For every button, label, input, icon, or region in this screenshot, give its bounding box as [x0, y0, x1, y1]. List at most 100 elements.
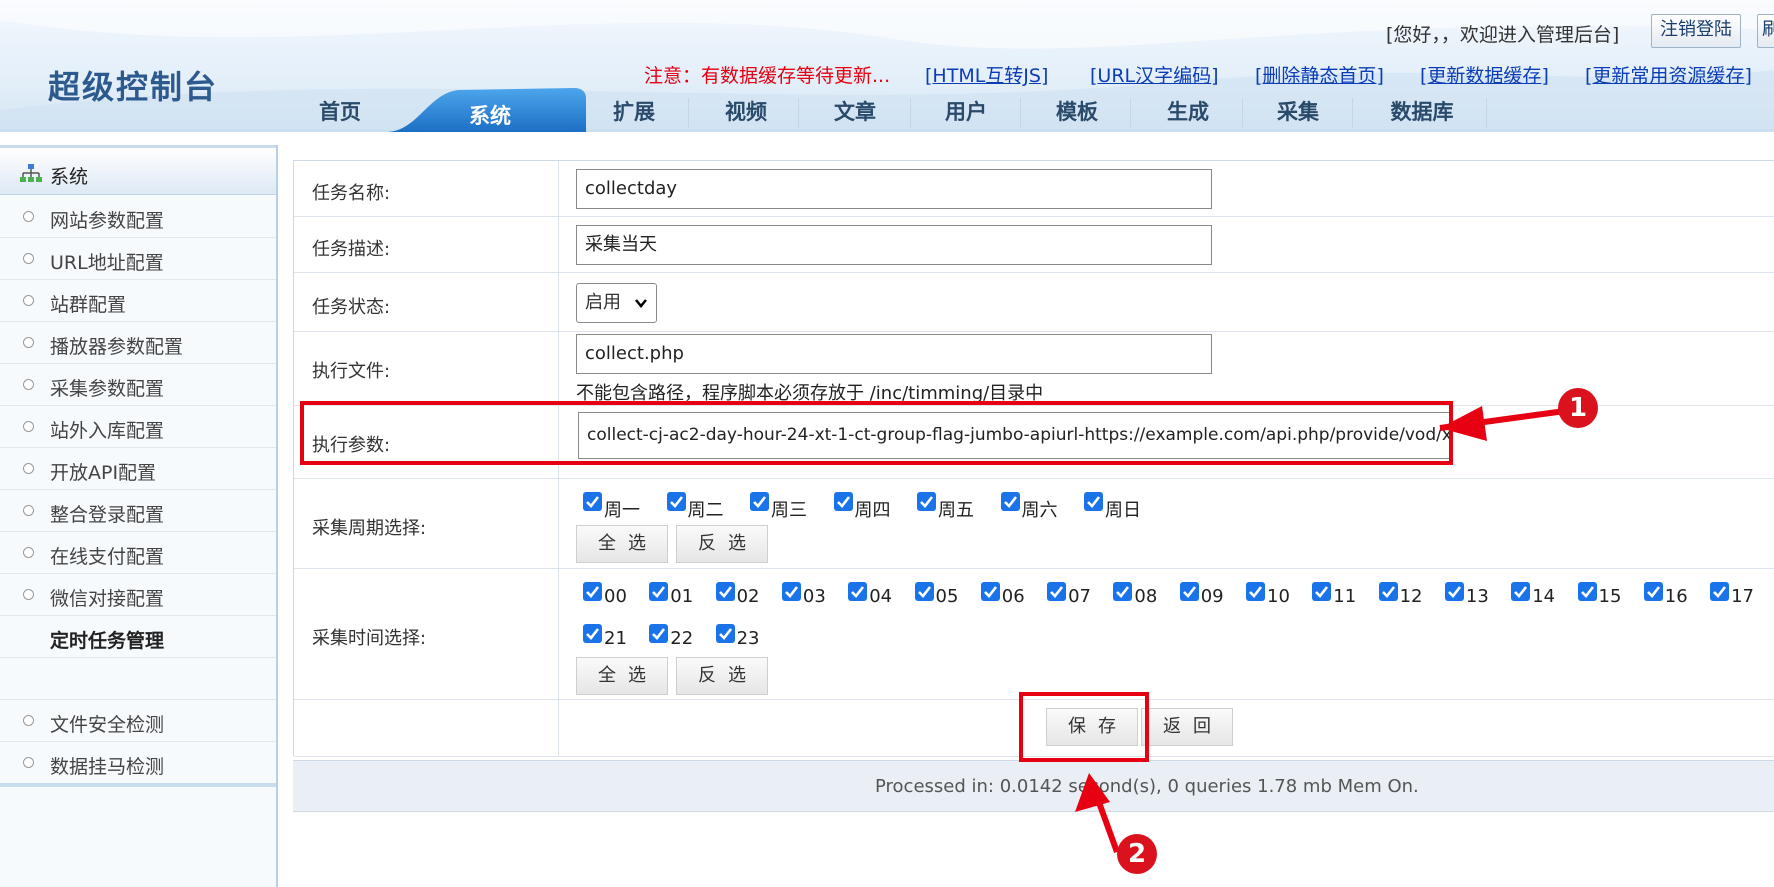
weekday-5-checkbox[interactable] [917, 492, 936, 511]
sidebar-item-site-group[interactable]: 站群配置 [0, 280, 276, 322]
exec-file-label: 执行文件: [312, 361, 391, 382]
checkmark-icon [1315, 586, 1329, 598]
sidebar-item-wechat[interactable]: 微信对接配置 [0, 574, 276, 616]
footer-bar: Processed in: 0.0142 second(s), 0 querie… [293, 760, 1774, 812]
hour-16-label: 16 [1664, 586, 1688, 607]
checkmark-icon [1116, 586, 1130, 598]
hour-10-checkbox[interactable] [1246, 582, 1265, 601]
sidebar-item-player-params[interactable]: 播放器参数配置 [0, 322, 276, 364]
weekday-4-label: 周四 [854, 500, 891, 521]
hour-11-checkbox[interactable] [1312, 582, 1332, 601]
nav-database[interactable]: 数据库 [1372, 96, 1472, 128]
back-button[interactable]: 返回 [1141, 708, 1233, 746]
link-update-resource-cache[interactable]: [更新常用资源缓存] [1585, 61, 1752, 88]
nav-home[interactable]: 首页 [300, 96, 380, 128]
logout-button[interactable]: 注销登陆 [1651, 14, 1741, 48]
hour-03-checkbox[interactable] [781, 582, 801, 601]
hour-00-label: 00 [604, 586, 627, 607]
sidebar-item-file-security[interactable]: 文件安全检测 [0, 700, 276, 742]
bullet-icon [23, 211, 34, 222]
exec-file-input[interactable]: collect.php [576, 334, 1212, 374]
hour-05-checkbox[interactable] [914, 582, 934, 601]
weekday-6-checkbox[interactable] [1000, 492, 1020, 511]
weekday-1-checkbox[interactable] [583, 492, 602, 511]
annotation-badge-1: 1 [1558, 388, 1598, 428]
hour-15-label: 15 [1598, 586, 1622, 607]
hour-07-checkbox[interactable] [1047, 582, 1067, 601]
sidebar-item-label: 在线支付配置 [50, 546, 165, 568]
weekday-4-checkbox[interactable] [833, 492, 853, 511]
link-html-js[interactable]: [HTML互转JS] [925, 61, 1048, 88]
sidebar-item-scheduled-tasks[interactable]: 定时任务管理 [0, 616, 276, 658]
checkmark-icon [1514, 586, 1528, 598]
hour-14-checkbox[interactable] [1511, 582, 1531, 601]
link-update-data-cache[interactable]: [更新数据缓存] [1420, 61, 1549, 88]
hour-21-checkbox[interactable] [583, 624, 602, 643]
hour-22-checkbox[interactable] [649, 624, 669, 643]
hour-00-checkbox[interactable] [583, 582, 602, 601]
sidebar: 系统 网站参数配置 URL地址配置 站群配置 播放器参数配置 采集参数配置 站外… [0, 145, 278, 887]
sidebar-item-malware-scan[interactable]: 数据挂马检测 [0, 742, 276, 784]
task-status-select[interactable]: 启用 [576, 283, 657, 323]
hour-01-checkbox[interactable] [649, 582, 669, 601]
sidebar-item-url-config[interactable]: URL地址配置 [0, 238, 276, 280]
nav-template[interactable]: 模板 [1037, 96, 1117, 128]
footer-stats: Processed in: 0.0142 second(s), 0 querie… [875, 776, 1419, 797]
checkmark-icon [753, 496, 767, 508]
hour-17-checkbox[interactable] [1710, 582, 1730, 601]
link-delete-static-index-label: 删除静态首页 [1262, 65, 1377, 87]
hour-select-label: 采集时间选择: [312, 628, 427, 649]
nav-collect[interactable]: 采集 [1258, 96, 1338, 128]
hour-08-checkbox[interactable] [1113, 582, 1133, 601]
hour-12-checkbox[interactable] [1378, 582, 1398, 601]
hour-04-checkbox[interactable] [848, 582, 868, 601]
weekday-2-checkbox[interactable] [666, 492, 686, 511]
weekday-7-checkbox[interactable] [1084, 492, 1103, 511]
sidebar-item-external-import[interactable]: 站外入库配置 [0, 406, 276, 448]
week-invert-button[interactable]: 反选 [676, 525, 768, 563]
nav-video[interactable]: 视频 [706, 96, 786, 128]
nav-separator [910, 98, 911, 128]
task-status-label: 任务状态: [312, 297, 391, 318]
refresh-button[interactable]: 刷 [1757, 14, 1774, 48]
hour-invert-button[interactable]: 反选 [676, 657, 768, 695]
sidebar-item-open-api[interactable]: 开放API配置 [0, 448, 276, 490]
hour-06-checkbox[interactable] [980, 582, 1000, 601]
sidebar-spacer [0, 658, 276, 700]
hour-16-checkbox[interactable] [1643, 582, 1663, 601]
weekday-3-checkbox[interactable] [750, 492, 769, 511]
hour-select-all-button[interactable]: 全选 [576, 657, 668, 695]
sidebar-item-label: 开放API配置 [50, 462, 157, 484]
weekday-3-label: 周三 [771, 500, 807, 521]
hour-09-checkbox[interactable] [1179, 582, 1199, 601]
sidebar-item-collect-params[interactable]: 采集参数配置 [0, 364, 276, 406]
task-desc-input[interactable]: 采集当天 [576, 225, 1212, 265]
nav-article[interactable]: 文章 [815, 96, 895, 128]
checkmark-icon [1182, 586, 1196, 598]
hour-15-checkbox[interactable] [1577, 582, 1597, 601]
sidebar-item-label: 网站参数配置 [50, 210, 165, 232]
sidebar-item-online-payment[interactable]: 在线支付配置 [0, 532, 276, 574]
sidebar-item-label: 站群配置 [50, 294, 127, 316]
checkmark-icon [1646, 586, 1660, 598]
sidebar-header: 系统 [0, 145, 276, 195]
hour-05-label: 05 [935, 586, 959, 607]
hour-13-checkbox[interactable] [1444, 582, 1464, 601]
nav-system[interactable]: 系统 [440, 100, 540, 130]
nav-generate[interactable]: 生成 [1148, 96, 1228, 128]
nav-extend[interactable]: 扩展 [594, 96, 674, 128]
checkmark-icon [836, 496, 850, 508]
row-week-cycle [294, 479, 1774, 569]
sidebar-item-site-params[interactable]: 网站参数配置 [0, 196, 276, 238]
row-task-status [294, 273, 1774, 332]
link-url-encode[interactable]: [URL汉字编码] [1090, 61, 1219, 88]
nav-user[interactable]: 用户 [926, 96, 1006, 128]
checkmark-icon [586, 586, 600, 598]
sidebar-item-login-integration[interactable]: 整合登录配置 [0, 490, 276, 532]
task-name-input[interactable]: collectday [576, 169, 1212, 209]
hour-23-checkbox[interactable] [715, 624, 735, 643]
link-delete-static-index[interactable]: [删除静态首页] [1255, 61, 1384, 88]
hour-06-label: 06 [1001, 586, 1025, 607]
week-select-all-button[interactable]: 全选 [576, 525, 668, 563]
hour-02-checkbox[interactable] [715, 582, 735, 601]
